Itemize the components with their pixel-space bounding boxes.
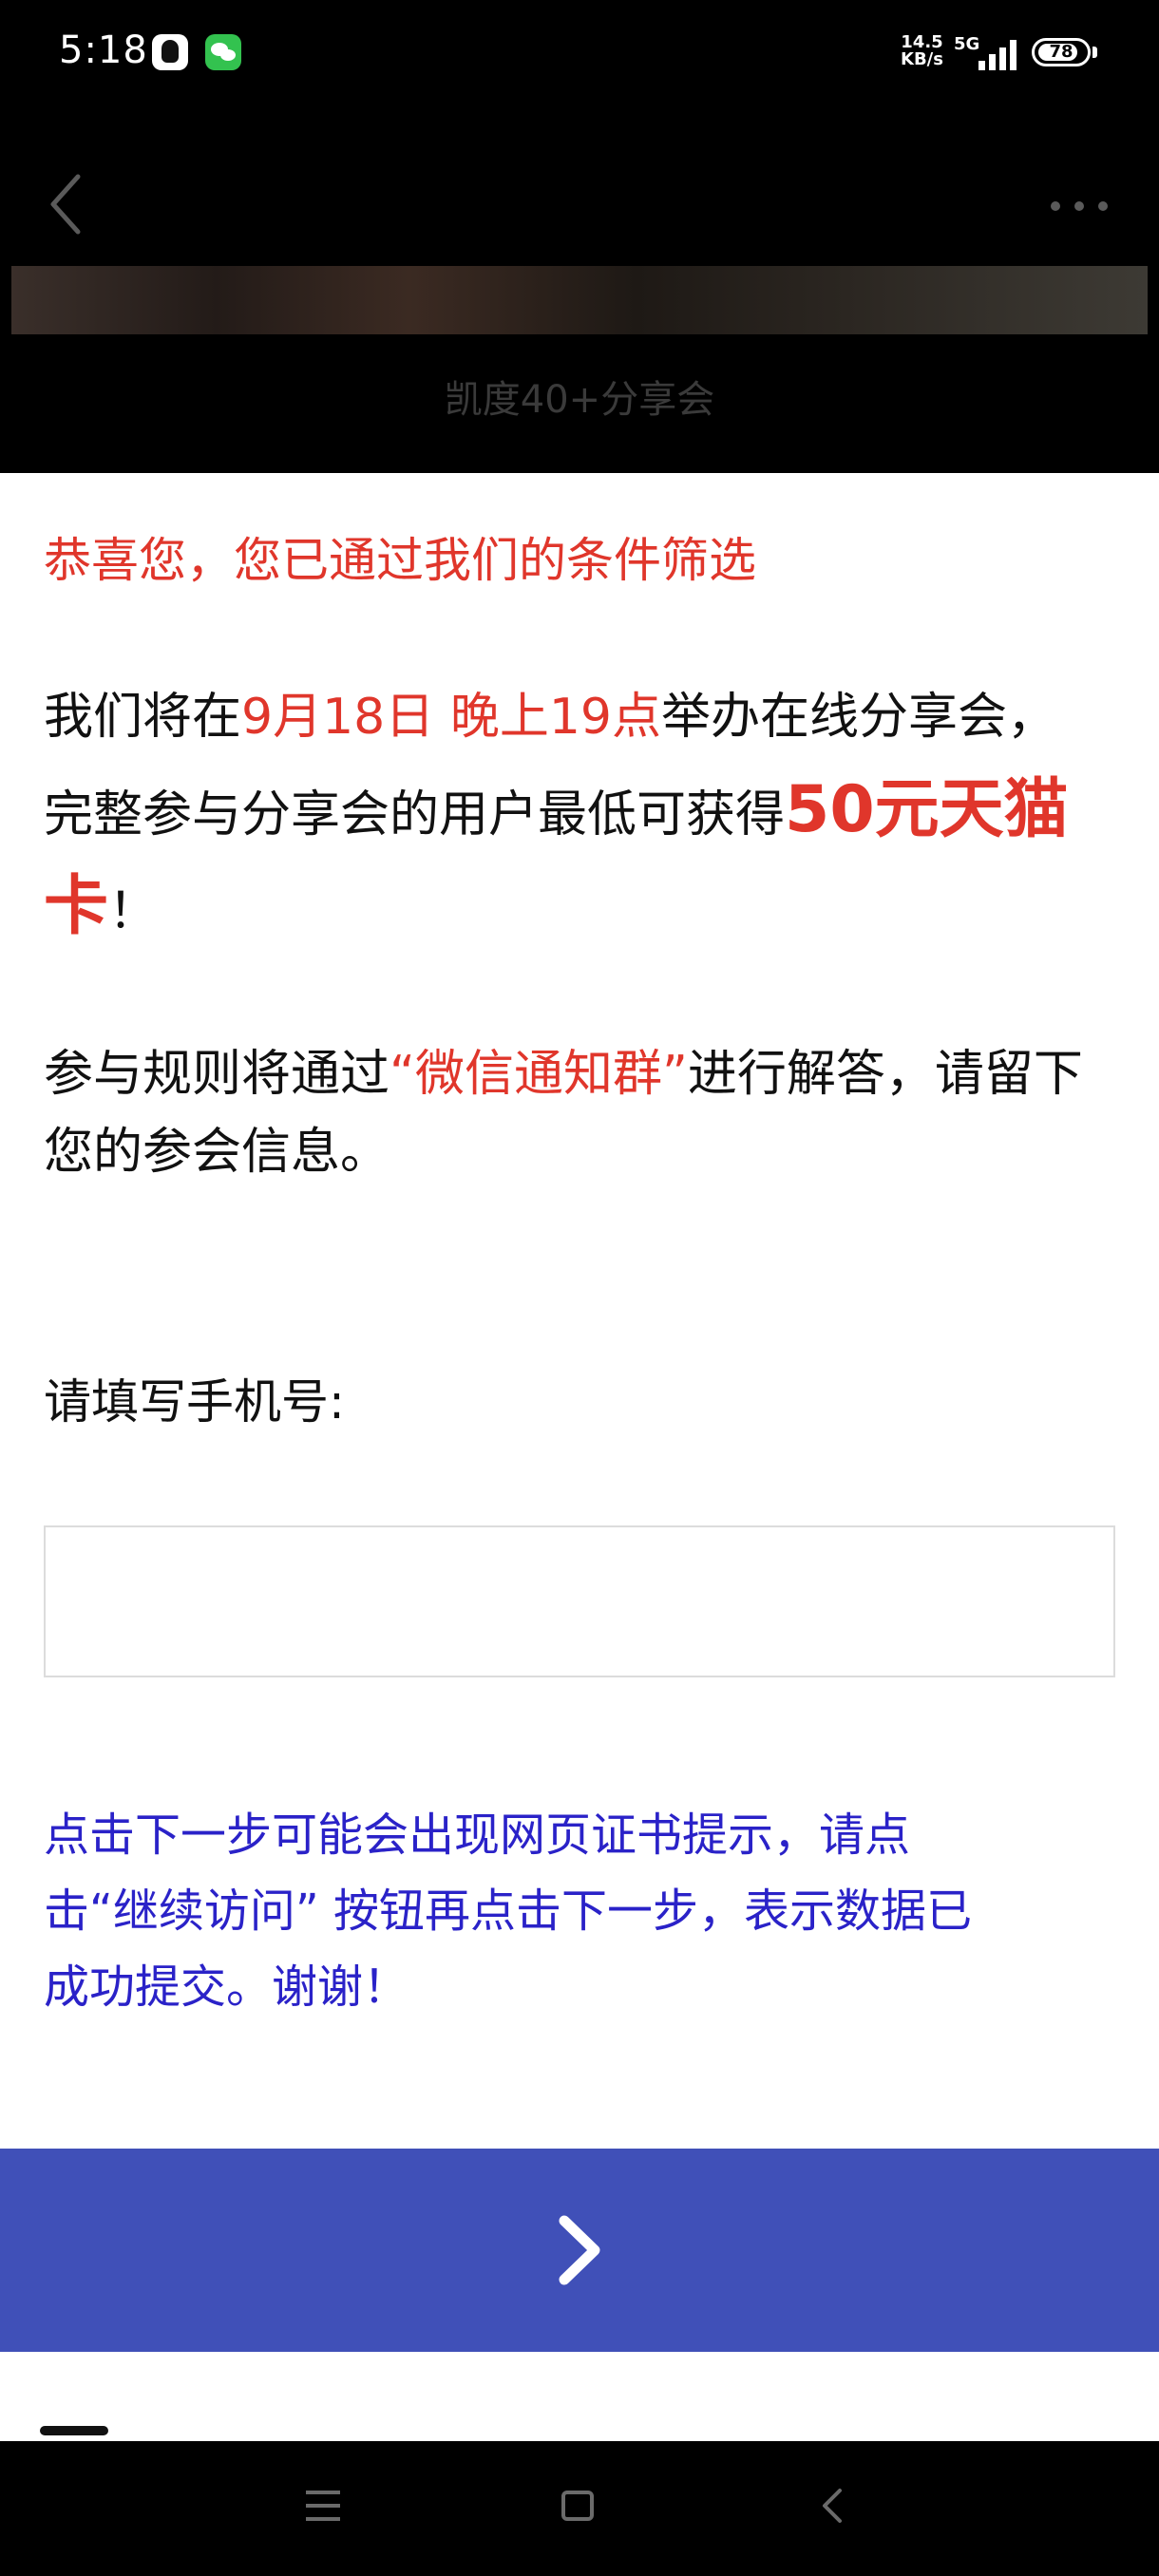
battery-tip <box>1092 47 1097 58</box>
event-time: 晚上19点 <box>449 689 661 746</box>
menu-icon[interactable] <box>306 2487 340 2525</box>
page-title: 凯度40+分享会 <box>444 378 715 422</box>
congrats-text: 恭喜您，您已通过我们的条件筛选 <box>44 533 756 588</box>
next-button[interactable] <box>0 2149 1159 2352</box>
event-date: 9月18日 <box>241 689 435 746</box>
reward-amount-end: 卡 <box>44 869 109 944</box>
gesture-handle[interactable] <box>40 2426 108 2435</box>
chevron-left-icon[interactable] <box>49 171 82 237</box>
more-dots-icon[interactable] <box>1049 199 1110 213</box>
status-time: 5:18 <box>59 28 148 72</box>
banner-image <box>11 266 1148 334</box>
notice-line-1: 点击下一步可能会出现网页证书提示，请点 <box>44 1809 911 1862</box>
reward-line-2: 卡！ <box>44 853 158 947</box>
network-type: 5G <box>954 34 980 54</box>
wechat-icon <box>205 34 241 70</box>
phone-label: 请填写手机号: <box>44 1374 345 1430</box>
chevron-right-icon <box>559 2215 600 2285</box>
battery-icon: 78 <box>1032 38 1091 66</box>
signal-icon <box>978 40 1018 70</box>
event-suffix: 举办在线分享会， <box>660 689 1056 746</box>
event-line: 我们将在9月18日 晚上19点举办在线分享会， <box>44 676 1056 748</box>
back-triangle-icon[interactable] <box>815 2487 849 2525</box>
rule-line-2: 您的参会信息。 <box>44 1124 390 1181</box>
rule-suffix: 进行解答，请留下 <box>687 1046 1083 1103</box>
phone-input[interactable] <box>44 1525 1115 1677</box>
home-square-icon[interactable] <box>560 2487 595 2525</box>
reward-exclamation: ！ <box>108 883 159 940</box>
rule-prefix: 参与规则将通过 <box>44 1046 390 1103</box>
battery-level: 78 <box>1049 42 1074 62</box>
reward-prefix: 完整参与分享会的用户最低可获得 <box>44 786 786 843</box>
reward-amount: 50元天猫 <box>785 772 1069 847</box>
network-speed-unit: KB/s <box>901 49 943 69</box>
rule-highlight: “微信通知群” <box>390 1046 688 1103</box>
event-prefix: 我们将在 <box>44 689 242 746</box>
network-speed: 14.5 KB/s <box>901 34 943 68</box>
notice-line-2: 击“继续访问” 按钮再点击下一步，表示数据已 <box>44 1885 972 1938</box>
notice-line-3: 成功提交。谢谢！ <box>44 1960 409 2014</box>
qq-icon <box>152 34 188 70</box>
rule-line: 参与规则将通过“微信通知群”进行解答，请留下 <box>44 1033 1083 1105</box>
page-header: 凯度40+分享会 <box>0 114 1159 473</box>
system-nav-bar <box>0 2441 1159 2576</box>
reward-line: 完整参与分享会的用户最低可获得50元天猫 <box>44 756 1069 850</box>
status-bar: 5:18 14.5 KB/s 5G 78 <box>0 0 1159 114</box>
